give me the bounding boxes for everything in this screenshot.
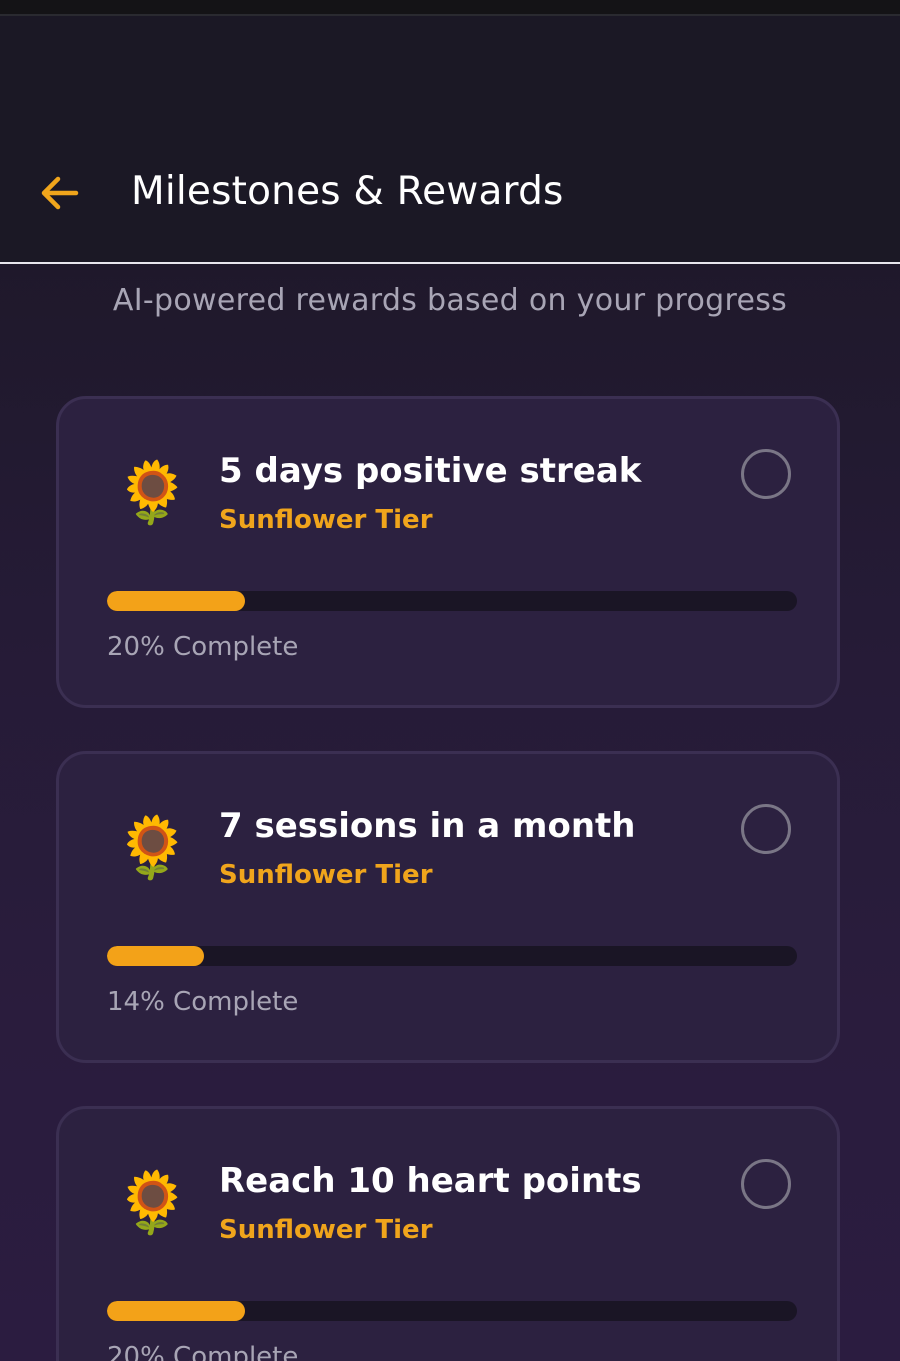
milestone-card[interactable]: 🌻 5 days positive streak Sunflower Tier … — [56, 396, 840, 708]
milestone-tier: Sunflower Tier — [219, 1215, 433, 1245]
progress-label: 20% Complete — [107, 1342, 299, 1361]
status-bar — [0, 0, 900, 16]
completion-circle-icon[interactable] — [741, 1159, 791, 1209]
progress-fill — [107, 946, 204, 966]
progress-label: 20% Complete — [107, 632, 299, 662]
top-app-bar: Milestones & Rewards — [0, 16, 900, 264]
progress-bar — [107, 1301, 797, 1321]
milestone-tier: Sunflower Tier — [219, 860, 433, 890]
milestone-tier: Sunflower Tier — [219, 505, 433, 535]
page-title: Milestones & Rewards — [131, 169, 564, 214]
completion-circle-icon[interactable] — [741, 449, 791, 499]
milestone-title: 7 sessions in a month — [219, 806, 636, 846]
progress-fill — [107, 1301, 245, 1321]
progress-bar — [107, 946, 797, 966]
milestone-card[interactable]: 🌻 7 sessions in a month Sunflower Tier 1… — [56, 751, 840, 1063]
page-subtitle: AI-powered rewards based on your progres… — [112, 283, 788, 318]
completion-circle-icon[interactable] — [741, 804, 791, 854]
sunflower-icon: 🌻 — [115, 1168, 190, 1238]
sunflower-icon: 🌻 — [115, 458, 190, 528]
arrow-left-icon — [41, 176, 79, 210]
sunflower-icon: 🌻 — [115, 813, 190, 883]
progress-fill — [107, 591, 245, 611]
progress-label: 14% Complete — [107, 987, 299, 1017]
back-button[interactable] — [34, 169, 86, 217]
milestone-title: Reach 10 heart points — [219, 1161, 642, 1201]
milestone-title: 5 days positive streak — [219, 451, 642, 491]
progress-bar — [107, 591, 797, 611]
milestone-card[interactable]: 🌻 Reach 10 heart points Sunflower Tier 2… — [56, 1106, 840, 1361]
